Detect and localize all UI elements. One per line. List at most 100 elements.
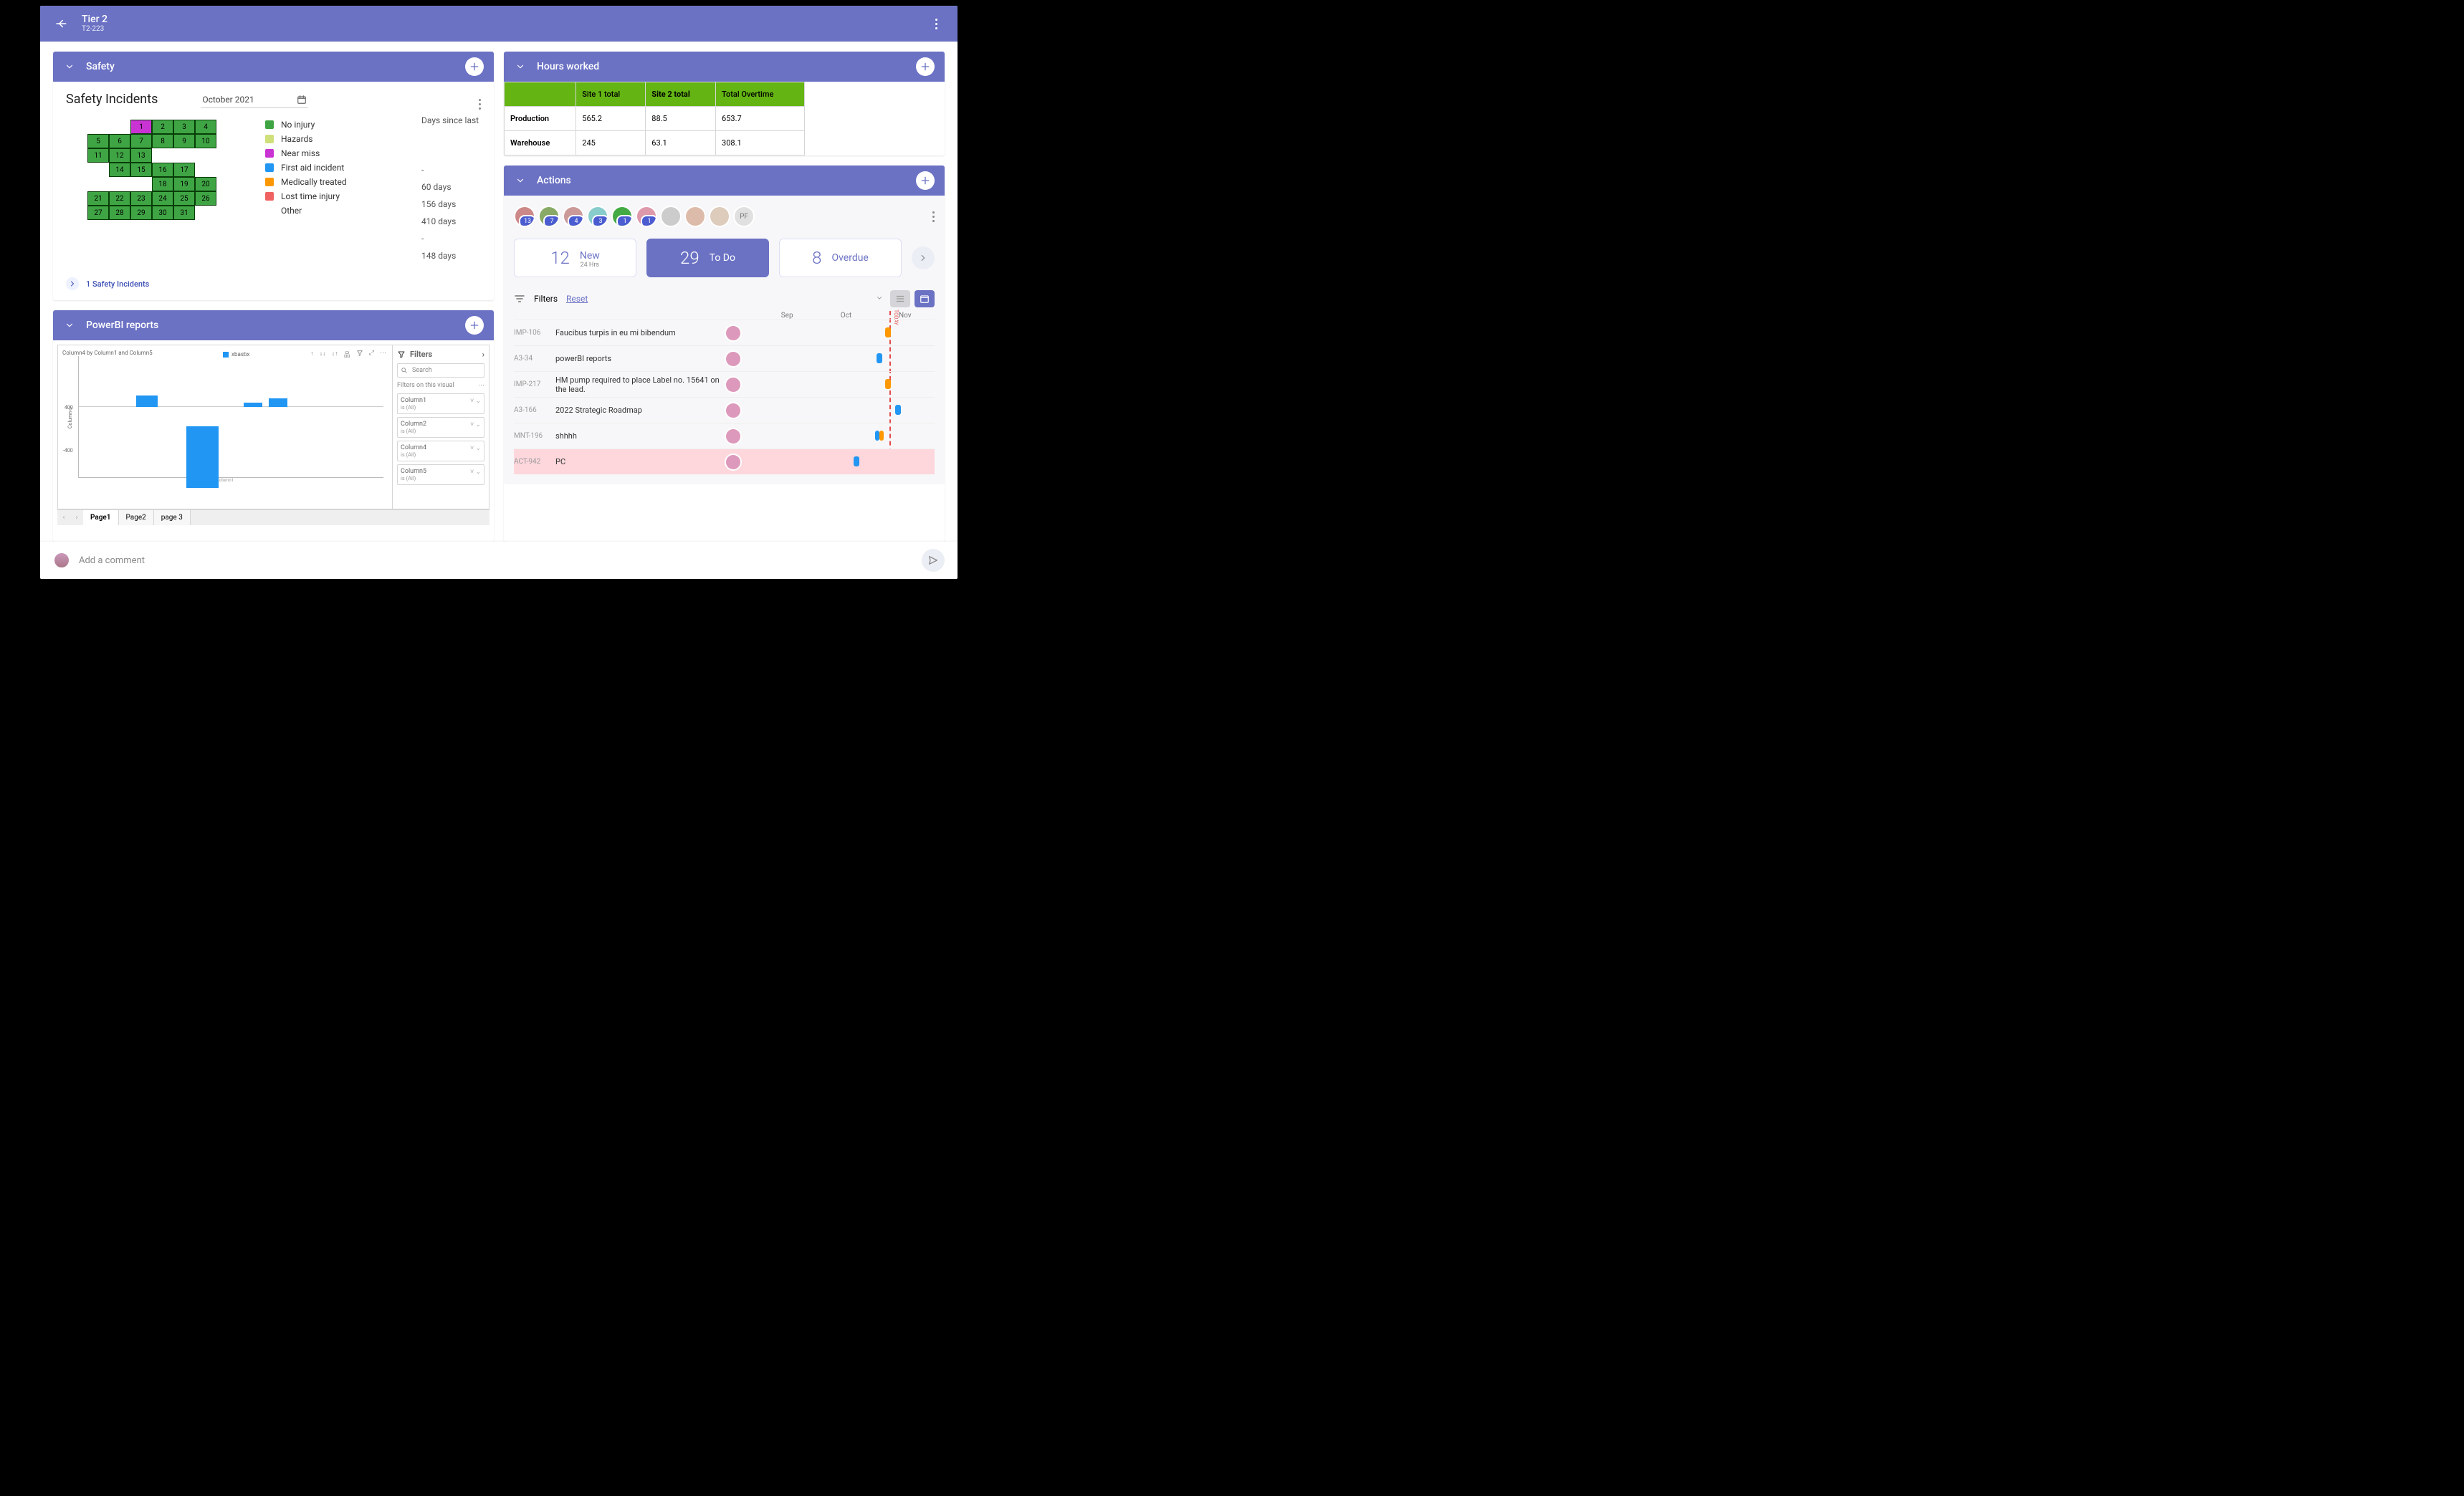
filter-icon[interactable] xyxy=(514,293,525,305)
avatar[interactable]: 4 xyxy=(563,206,584,227)
timeline-row[interactable]: IMP-217HM pump required to place Label n… xyxy=(514,371,935,397)
cal-day[interactable]: 30 xyxy=(152,206,173,220)
stat-todo[interactable]: 29 To Do xyxy=(646,239,769,277)
since-value: - xyxy=(421,161,515,178)
cal-day[interactable]: 20 xyxy=(195,177,216,191)
pbi-page-tab[interactable]: Page2 xyxy=(119,510,154,525)
timeline-row[interactable]: ACT-942PC xyxy=(514,449,935,474)
panel-title: Safety xyxy=(86,61,115,72)
cal-day[interactable]: 25 xyxy=(173,191,195,206)
header-menu-button[interactable] xyxy=(927,15,945,32)
app-header: Tier 2 T2-223 xyxy=(40,6,958,42)
cal-day[interactable]: 29 xyxy=(130,206,152,220)
avatar[interactable]: 7 xyxy=(538,206,560,227)
chevron-down-icon[interactable] xyxy=(63,319,76,332)
cal-day[interactable]: 14 xyxy=(109,163,130,177)
pbi-search[interactable]: Search xyxy=(397,363,484,378)
avatar[interactable]: 1 xyxy=(611,206,633,227)
stat-new[interactable]: 12 New24 Hrs xyxy=(514,239,636,277)
month-picker[interactable]: October 2021 xyxy=(201,92,308,108)
cal-day[interactable]: 28 xyxy=(109,206,130,220)
cal-day[interactable]: 24 xyxy=(152,191,173,206)
cal-day[interactable]: 11 xyxy=(87,148,109,163)
chevron-down-icon[interactable] xyxy=(514,174,527,187)
since-value: 148 days xyxy=(421,247,515,264)
cal-day[interactable]: 2 xyxy=(152,120,173,134)
back-button[interactable] xyxy=(53,16,69,32)
cal-day[interactable]: 8 xyxy=(152,134,173,148)
timeline-row[interactable]: IMP-106Faucibus turpis in eu mi bibendum xyxy=(514,320,935,345)
calendar-view-button[interactable] xyxy=(915,290,935,307)
add-button[interactable] xyxy=(916,57,935,76)
cal-day[interactable]: 1 xyxy=(130,120,152,134)
timeline-row[interactable]: A3-1662022 Strategic Roadmap xyxy=(514,397,935,423)
panel-menu-button[interactable] xyxy=(479,99,481,110)
since-value: - xyxy=(421,230,515,247)
pbi-page-tab[interactable]: Page1 xyxy=(83,510,119,525)
cal-day[interactable]: 27 xyxy=(87,206,109,220)
cal-day[interactable]: 3 xyxy=(173,120,195,134)
legend-item: Hazards xyxy=(265,134,394,144)
add-button[interactable] xyxy=(465,57,484,76)
powerbi-chart[interactable]: Column4 by Column1 and Column5 ↑↓↓↓↑品 ⤢⋯… xyxy=(58,345,392,509)
cal-day[interactable]: 5 xyxy=(87,134,109,148)
cal-day[interactable]: 6 xyxy=(109,134,130,148)
cal-day[interactable]: 4 xyxy=(195,120,216,134)
since-value: 60 days xyxy=(421,178,515,196)
chevron-down-icon[interactable] xyxy=(63,60,76,73)
comment-input[interactable]: Add a comment xyxy=(79,555,145,566)
cal-day[interactable]: 17 xyxy=(173,163,195,177)
pbi-filter-card[interactable]: Column5is (All)˅ ⌄ xyxy=(397,464,484,485)
stats-next-button[interactable] xyxy=(912,246,935,269)
panel-title: PowerBI reports xyxy=(86,320,158,331)
cal-day[interactable]: 19 xyxy=(173,177,195,191)
cal-day[interactable]: 7 xyxy=(130,134,152,148)
cal-day[interactable]: 15 xyxy=(130,163,152,177)
avatar[interactable] xyxy=(684,206,706,227)
stat-overdue[interactable]: 8 Overdue xyxy=(779,239,902,277)
timeline-row[interactable]: MNT-196shhhh xyxy=(514,423,935,449)
add-button[interactable] xyxy=(916,171,935,190)
cal-day[interactable]: 21 xyxy=(87,191,109,206)
cal-day[interactable]: 13 xyxy=(130,148,152,163)
avatar[interactable] xyxy=(660,206,682,227)
actions-menu-button[interactable] xyxy=(932,211,935,222)
avatar[interactable]: PF xyxy=(733,206,755,227)
user-avatar xyxy=(53,552,70,569)
legend-item: Near miss xyxy=(265,148,394,158)
cal-day[interactable]: 12 xyxy=(109,148,130,163)
cal-day[interactable]: 31 xyxy=(173,206,195,220)
list-view-button[interactable] xyxy=(890,290,910,307)
pbi-page-tab[interactable]: page 3 xyxy=(154,510,191,525)
send-button[interactable] xyxy=(922,549,945,572)
pbi-filter-card[interactable]: Column1is (All)˅ ⌄ xyxy=(397,393,484,414)
chevron-down-icon[interactable] xyxy=(514,60,527,73)
avatar[interactable]: 3 xyxy=(587,206,608,227)
legend-item: Medically treated xyxy=(265,177,394,187)
safety-incidents-link[interactable]: 1 Safety Incidents xyxy=(53,272,494,300)
cal-day[interactable]: 22 xyxy=(109,191,130,206)
filters-label[interactable]: Filters xyxy=(534,294,558,304)
assignee-avatars[interactable]: 1374311PF xyxy=(514,206,935,227)
cal-day[interactable]: 18 xyxy=(152,177,173,191)
pbi-page-tabs[interactable]: ‹› Page1Page2page 3 xyxy=(57,509,490,525)
legend-item: First aid incident xyxy=(265,163,394,173)
avatar[interactable]: 1 xyxy=(636,206,657,227)
safety-calendar[interactable]: 1234567891011121314151617181920212223242… xyxy=(66,120,238,220)
cal-day[interactable]: 23 xyxy=(130,191,152,206)
filter-icon xyxy=(397,350,406,359)
chevron-right-icon[interactable]: › xyxy=(482,350,484,359)
reset-link[interactable]: Reset xyxy=(566,294,588,304)
pbi-filter-card[interactable]: Column4is (All)˅ ⌄ xyxy=(397,441,484,461)
avatar[interactable]: 13 xyxy=(514,206,535,227)
cal-day[interactable]: 26 xyxy=(195,191,216,206)
view-dropdown[interactable] xyxy=(876,294,886,304)
add-button[interactable] xyxy=(465,316,484,335)
pbi-filter-card[interactable]: Column2is (All)˅ ⌄ xyxy=(397,417,484,438)
timeline-row[interactable]: A3-34powerBI reports xyxy=(514,345,935,371)
avatar[interactable] xyxy=(709,206,730,227)
cal-day[interactable]: 10 xyxy=(195,134,216,148)
cal-day[interactable]: 16 xyxy=(152,163,173,177)
legend: No injuryHazardsNear missFirst aid incid… xyxy=(265,115,394,264)
cal-day[interactable]: 9 xyxy=(173,134,195,148)
